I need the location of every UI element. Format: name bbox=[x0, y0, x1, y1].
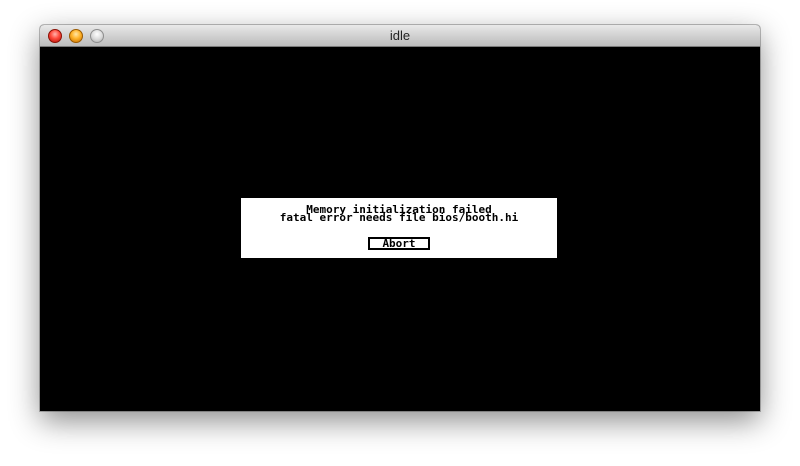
emulator-screen: Memory initialization failed fatal error… bbox=[40, 47, 760, 411]
error-dialog: Memory initialization failed fatal error… bbox=[241, 198, 557, 258]
title-bar[interactable]: idle bbox=[40, 25, 760, 47]
app-window: idle Memory initialization failed fatal … bbox=[40, 25, 760, 411]
error-message-line-2: fatal error needs file bios/booth.hi bbox=[279, 211, 519, 224]
window-title: idle bbox=[389, 28, 411, 43]
abort-button[interactable]: Abort bbox=[368, 237, 430, 250]
